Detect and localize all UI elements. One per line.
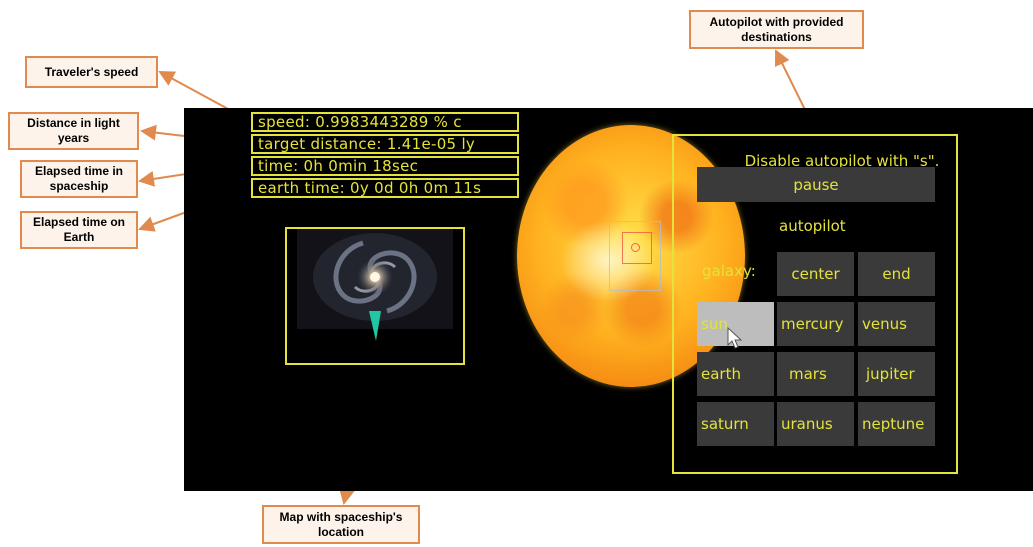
mouse-cursor-icon bbox=[727, 327, 743, 349]
callout-text: Elapsed time in spaceship bbox=[34, 164, 124, 193]
callout-ship-time: Elapsed time in spaceship bbox=[20, 160, 138, 198]
button-label: neptune bbox=[862, 415, 925, 433]
destination-saturn-button[interactable]: saturn bbox=[697, 402, 774, 446]
callout-autopilot: Autopilot with provided destinations bbox=[689, 10, 864, 49]
hud-ship-time-text: time: 0h 0min 18sec bbox=[258, 157, 419, 175]
button-label: sun bbox=[701, 315, 728, 333]
button-label: saturn bbox=[701, 415, 749, 433]
autopilot-heading: autopilot bbox=[779, 217, 846, 235]
callout-travelers-speed: Traveler's speed bbox=[25, 56, 158, 88]
button-label: mars bbox=[789, 365, 827, 383]
destination-jupiter-button[interactable]: jupiter bbox=[858, 352, 935, 396]
simulation-viewport[interactable]: speed: 0.9983443289 % c target distance:… bbox=[184, 108, 1033, 491]
callout-map: Map with spaceship's location bbox=[262, 505, 420, 544]
hud-speed-text: speed: 0.9983443289 % c bbox=[258, 113, 462, 131]
button-label: uranus bbox=[781, 415, 833, 433]
callout-text: Traveler's speed bbox=[44, 64, 139, 79]
button-label: end bbox=[882, 265, 911, 283]
callout-earth-time: Elapsed time on Earth bbox=[20, 211, 138, 249]
hud-target-distance: target distance: 1.41e-05 ly bbox=[251, 134, 519, 154]
callout-text: Distance in light years bbox=[27, 116, 120, 145]
destination-mars-button[interactable]: mars bbox=[777, 352, 854, 396]
hud-ship-time: time: 0h 0min 18sec bbox=[251, 156, 519, 176]
spiral-galaxy-image bbox=[287, 229, 463, 363]
button-label: jupiter bbox=[866, 365, 915, 383]
button-label: venus bbox=[862, 315, 907, 333]
pause-label: pause bbox=[793, 175, 839, 194]
hud-speed: speed: 0.9983443289 % c bbox=[251, 112, 519, 132]
button-label: mercury bbox=[781, 315, 844, 333]
button-label: earth bbox=[701, 365, 741, 383]
galaxy-end-button[interactable]: end bbox=[858, 252, 935, 296]
hud-earth-time-text: earth time: 0y 0d 0h 0m 11s bbox=[258, 179, 482, 197]
callout-text: Map with spaceship's location bbox=[279, 509, 403, 539]
destination-venus-button[interactable]: venus bbox=[858, 302, 935, 346]
galaxy-map bbox=[285, 227, 465, 365]
galaxy-label: galaxy: bbox=[702, 262, 756, 280]
pause-button[interactable]: pause bbox=[697, 167, 935, 202]
destination-mercury-button[interactable]: mercury bbox=[777, 302, 854, 346]
callout-text: Autopilot with provided destinations bbox=[709, 14, 844, 44]
hud-distance-text: target distance: 1.41e-05 ly bbox=[258, 135, 476, 153]
destination-earth-button[interactable]: earth bbox=[697, 352, 774, 396]
callout-text: Elapsed time on Earth bbox=[32, 215, 126, 244]
galaxy-center-button[interactable]: center bbox=[777, 252, 854, 296]
callout-distance: Distance in light years bbox=[8, 112, 139, 150]
button-label: center bbox=[791, 265, 840, 283]
destination-neptune-button[interactable]: neptune bbox=[858, 402, 935, 446]
target-dot bbox=[631, 243, 640, 252]
hud-earth-time: earth time: 0y 0d 0h 0m 11s bbox=[251, 178, 519, 198]
destination-uranus-button[interactable]: uranus bbox=[777, 402, 854, 446]
